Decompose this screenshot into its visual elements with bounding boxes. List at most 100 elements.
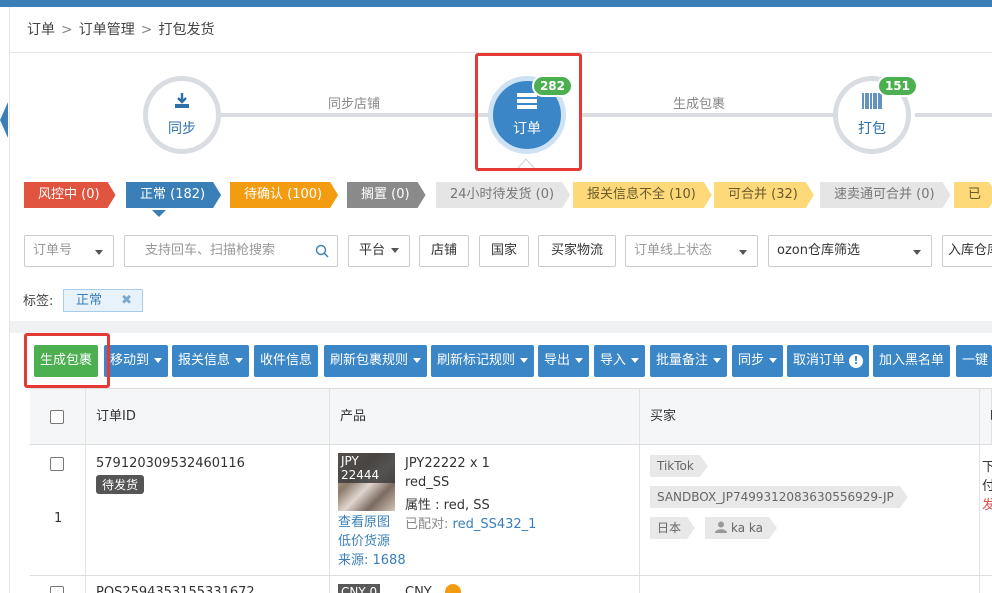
order-no-select[interactable]: 订单号 xyxy=(24,235,114,267)
table-row-select-cell: 1 xyxy=(30,445,86,576)
search-input[interactable]: 支持回车、扫描枪搜索 xyxy=(124,235,338,267)
platform-dropdown[interactable]: 平台 xyxy=(348,235,410,267)
status-tag-24h-pending[interactable]: 24小时待发货 (0) xyxy=(436,182,570,208)
cancel-order-button[interactable]: 取消订单! xyxy=(787,345,870,377)
filter-bar: 订单号 支持回车、扫描枪搜索 平台 店铺 国家 买家物流 订单线上状态 ozon… xyxy=(24,235,992,269)
refresh-package-rules-label: 刷新包裹规则 xyxy=(330,353,409,368)
status-tag-merged[interactable]: 已合并 xyxy=(954,182,992,208)
move-to-button[interactable]: 移动到 xyxy=(104,345,169,377)
source-link[interactable]: 来源: 1688 xyxy=(338,549,406,568)
table-row-buyer-cell xyxy=(640,576,980,593)
step-sync-label: 同步 xyxy=(168,121,196,137)
status-tag-risk-control[interactable]: 风控中 (0) xyxy=(24,182,116,208)
tag-chip-normal[interactable]: 正常 ✖ xyxy=(63,289,143,312)
order-id[interactable]: 579120309532460116 xyxy=(96,456,245,471)
step-label-sync-store: 同步店铺 xyxy=(328,97,381,112)
select-all-checkbox[interactable] xyxy=(50,410,64,424)
step-label-generate-package: 生成包裹 xyxy=(673,97,726,112)
buyer-name-tag: ka ka xyxy=(705,517,777,539)
export-label: 导出 xyxy=(544,353,571,368)
left-collapse-strip xyxy=(0,7,10,593)
search-placeholder: 支持回车、扫描枪搜索 xyxy=(145,243,276,258)
caret-down-icon xyxy=(631,358,640,363)
caret-down-icon xyxy=(95,250,103,255)
buyer-id-tag: SANDBOX_JP7499312083630556929-JP xyxy=(650,486,908,508)
product-line: JPY22222 x 1 xyxy=(405,456,490,471)
product-sku: red_SS xyxy=(405,475,450,490)
batch-note-button[interactable]: 批量备注 xyxy=(650,345,728,377)
header-product[interactable]: 产品 xyxy=(330,389,640,445)
refresh-package-rules-button[interactable]: 刷新包裹规则 xyxy=(324,345,428,377)
step-connector xyxy=(915,113,992,117)
row-checkbox[interactable] xyxy=(50,457,64,471)
table-row-time-cell: 下 付 发 xyxy=(980,445,992,576)
status-tag-pending-confirm[interactable]: 待确认 (100) xyxy=(230,182,338,208)
breadcrumb-item-order-management[interactable]: 订单管理 xyxy=(79,22,135,38)
caret-down-icon xyxy=(769,358,778,363)
batch-note-label: 批量备注 xyxy=(656,353,709,368)
row-checkbox[interactable] xyxy=(50,586,64,593)
country-button[interactable]: 国家 xyxy=(479,235,529,267)
status-tag-on-hold[interactable]: 搁置 (0) xyxy=(347,182,426,208)
view-original-image-link[interactable]: 查看原图 xyxy=(338,511,390,530)
row-index: 1 xyxy=(54,511,63,526)
import-button[interactable]: 导入 xyxy=(594,345,646,377)
export-button[interactable]: 导出 xyxy=(538,345,590,377)
download-icon xyxy=(173,92,191,114)
caret-down-icon xyxy=(520,358,529,363)
header-buyer[interactable]: 买家 xyxy=(640,389,980,445)
online-status-select[interactable]: 订单线上状态 xyxy=(625,235,758,267)
buyer-logistics-button[interactable]: 买家物流 xyxy=(538,235,616,267)
ozon-warehouse-select-label: ozon仓库筛选 xyxy=(777,243,860,258)
customs-info-button[interactable]: 报关信息 xyxy=(172,345,250,377)
refresh-mark-rules-button[interactable]: 刷新标记规则 xyxy=(431,345,535,377)
status-tag-normal[interactable]: 正常 (182) xyxy=(126,182,221,208)
product-thumbnail[interactable]: JPY 22444 xyxy=(338,453,395,511)
breadcrumb-item-orders[interactable]: 订单 xyxy=(27,22,55,38)
pack-count-badge: 151 xyxy=(876,75,918,97)
header-order-id[interactable]: 订单ID xyxy=(86,389,330,445)
move-to-label: 移动到 xyxy=(110,353,150,368)
sync-label: 同步 xyxy=(738,353,765,368)
customs-info-label: 报关信息 xyxy=(178,353,231,368)
time-line-2: 付 xyxy=(982,475,992,494)
order-id[interactable]: POS2594353155331672 xyxy=(96,585,255,593)
buyer-name: ka ka xyxy=(731,521,763,535)
recipient-info-button[interactable]: 收件信息 xyxy=(254,345,319,377)
orders-table: 订单ID 产品 买家 时 1 579120309532460116 待发货 JP… xyxy=(30,388,992,593)
status-tag-customs-incomplete[interactable]: 报关信息不全 (10) xyxy=(573,182,712,208)
low-price-source-link[interactable]: 低价货源 xyxy=(338,530,390,549)
price-tag: JPY 22444 xyxy=(338,453,395,483)
caret-down-icon xyxy=(154,358,163,363)
step-orders[interactable]: 订单 282 xyxy=(488,75,573,154)
time-line-1: 下 xyxy=(982,456,992,475)
step-sync[interactable]: 同步 xyxy=(143,76,221,154)
tag-chip-label: 正常 xyxy=(76,293,103,308)
caret-down-icon xyxy=(575,358,584,363)
add-blacklist-button[interactable]: 加入黑名单 xyxy=(873,345,951,377)
sync-button[interactable]: 同步 xyxy=(732,345,784,377)
action-toolbar: 生成包裹 移动到 报关信息 收件信息 刷新包裹规则 刷新标记规则 导出 导入 批… xyxy=(30,345,992,379)
table-row-product-cell: JPY 22444 JPY22222 x 1 red_SS 属性 : red, … xyxy=(330,445,640,576)
caret-down-icon xyxy=(391,248,400,253)
matched-sku-link[interactable]: red_SS432_1 xyxy=(453,517,537,532)
table-row-order-cell: POS2594353155331672 xyxy=(86,576,330,593)
status-tag-mergeable[interactable]: 可合并 (32) xyxy=(714,182,814,208)
close-icon[interactable]: ✖ xyxy=(121,290,132,311)
status-badge: 待发货 xyxy=(96,475,145,494)
inbound-warehouse-select[interactable]: 入库仓库 xyxy=(942,235,992,267)
header-time[interactable]: 时 xyxy=(980,389,992,445)
status-tag-aliexpress-mergeable[interactable]: 速卖通可合并 (0) xyxy=(820,182,951,208)
store-button[interactable]: 店铺 xyxy=(419,235,469,267)
step-pack[interactable]: 打包 151 xyxy=(833,75,918,154)
generate-package-button[interactable]: 生成包裹 xyxy=(34,345,98,377)
caret-down-icon xyxy=(739,250,747,255)
table-row-order-cell: 579120309532460116 待发货 xyxy=(86,445,330,576)
workflow-steps: 同步店铺 生成包裹 同步 订单 282 打包 151 xyxy=(10,53,992,171)
collapse-sidebar-icon[interactable] xyxy=(0,102,8,138)
table-row-product-cell: CNY 0 CNY xyxy=(330,576,640,593)
step-connector xyxy=(580,113,840,117)
ozon-warehouse-select[interactable]: ozon仓库筛选 xyxy=(768,235,932,267)
search-icon[interactable] xyxy=(315,244,329,258)
one-click-button[interactable]: 一键 xyxy=(956,345,992,377)
